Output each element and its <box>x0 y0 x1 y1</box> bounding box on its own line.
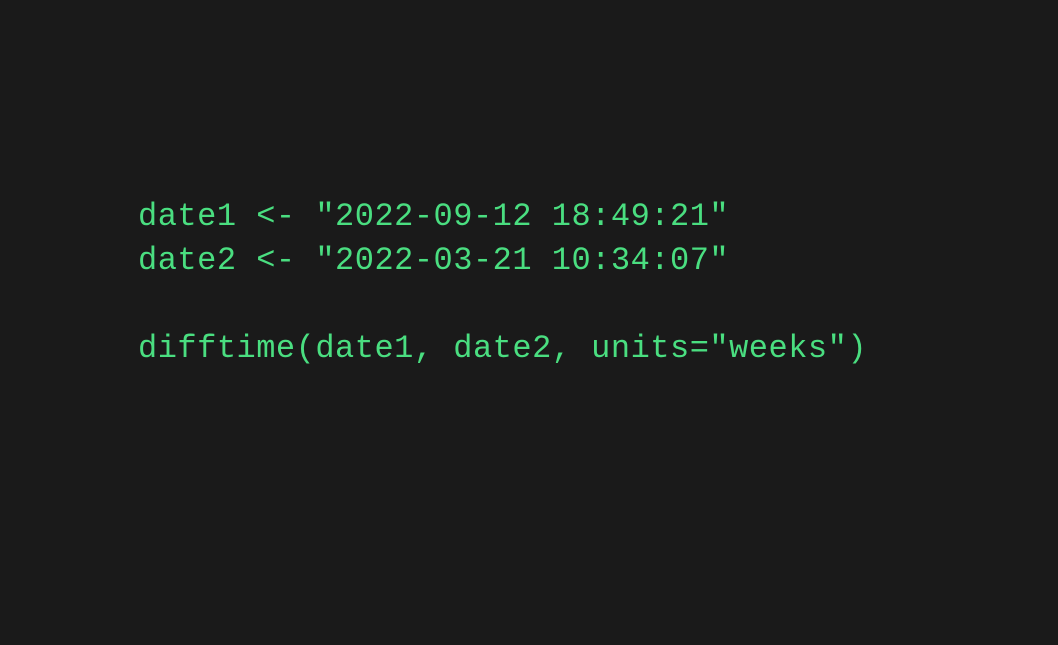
code-line-4: difftime(date1, date2, units="weeks") <box>138 327 1058 371</box>
code-line-1: date1 <- "2022-09-12 18:49:21" <box>138 195 1058 239</box>
code-blank-line <box>138 283 1058 327</box>
code-line-2: date2 <- "2022-03-21 10:34:07" <box>138 239 1058 283</box>
code-block: date1 <- "2022-09-12 18:49:21" date2 <- … <box>0 0 1058 371</box>
